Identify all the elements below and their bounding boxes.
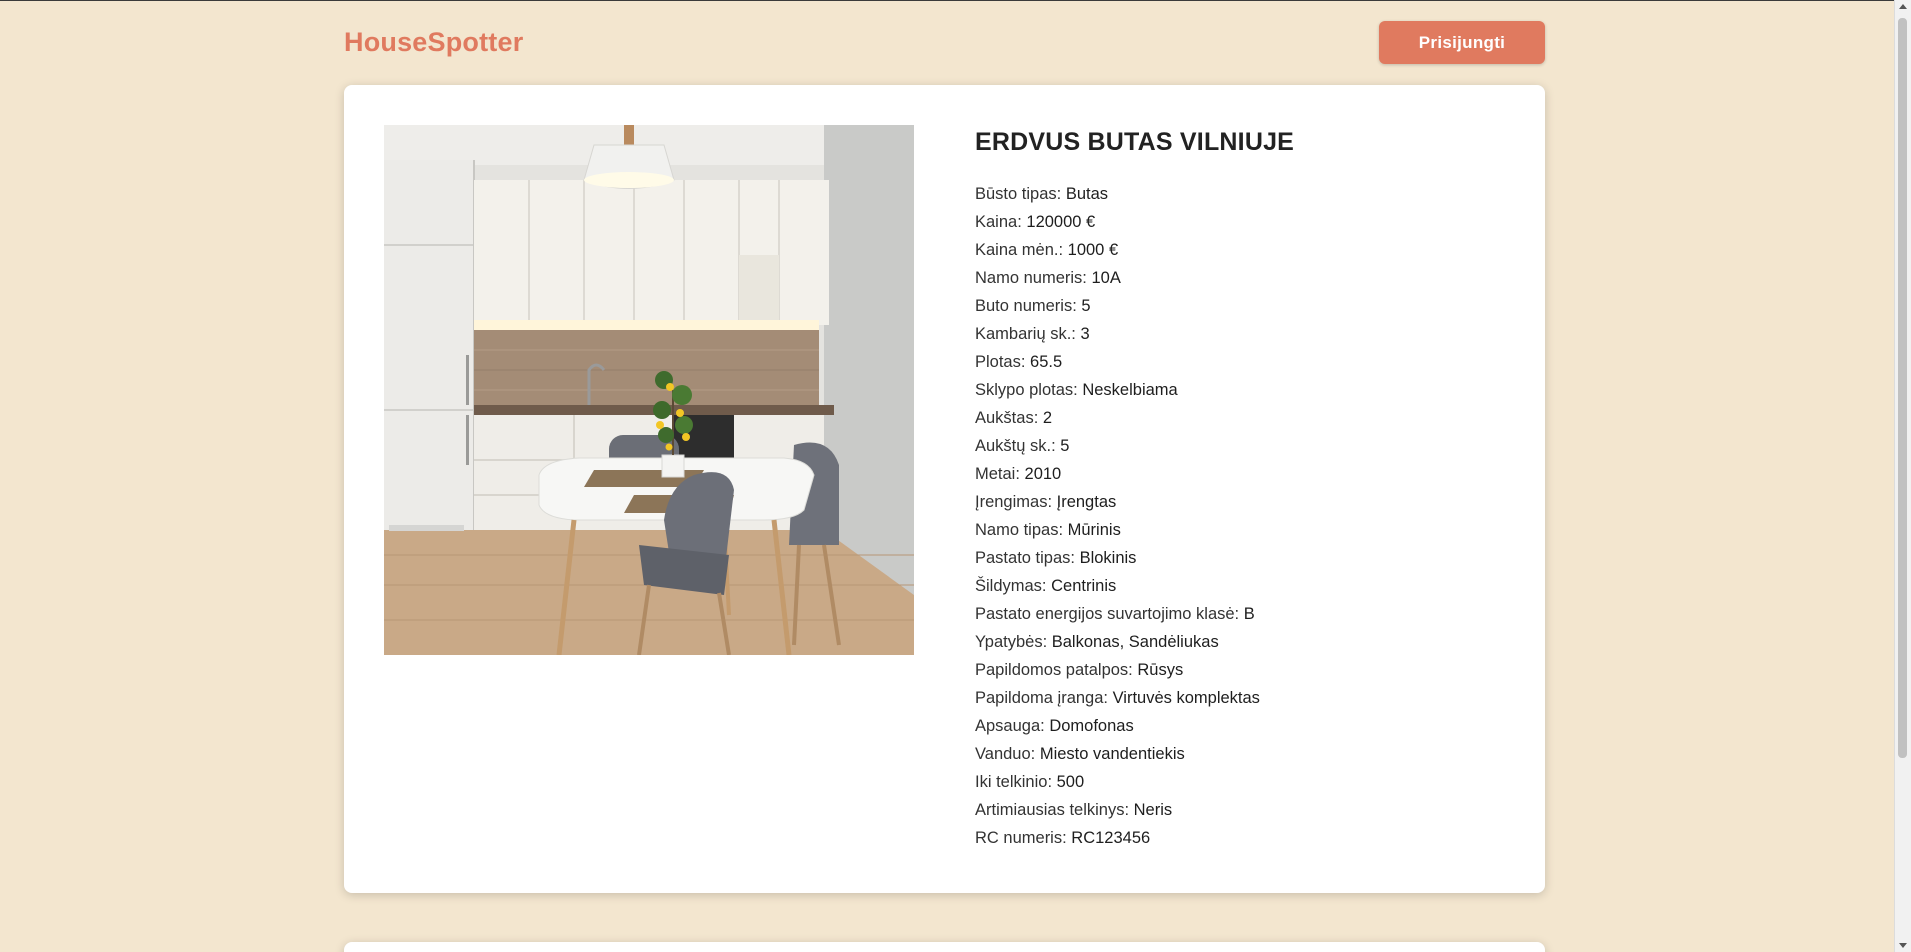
property-value: Blokinis [1079, 549, 1137, 567]
property-label: Iki telkinio: [975, 773, 1053, 791]
property-value: 3 [1080, 325, 1090, 343]
property-label: Artimiausias telkinys: [975, 801, 1130, 819]
login-button[interactable]: Prisijungti [1379, 21, 1545, 64]
property-label: Kaina mėn.: [975, 241, 1064, 259]
listing-title: ERDVUS BUTAS VILNIUJE [975, 128, 1295, 156]
listing-card: ERDVUS BUTAS VILNIUJE Būsto tipas: Butas… [344, 85, 1545, 893]
page: HouseSpotter Prisijungti ERDVUS BUTAS VI… [0, 0, 1911, 952]
logo[interactable]: HouseSpotter [344, 27, 523, 58]
next-listing-card[interactable] [344, 942, 1545, 952]
property-value: Virtuvės komplektas [1112, 689, 1260, 707]
property-label: Pastato tipas: [975, 549, 1075, 567]
property-row: Kaina: 120000 € [975, 208, 1515, 236]
property-value: Mūrinis [1067, 521, 1121, 539]
scrollbar[interactable] [1894, 0, 1911, 952]
property-row: Papildomos patalpos: Rūsys [975, 656, 1515, 684]
property-label: Papildoma įranga: [975, 689, 1108, 707]
property-row: Artimiausias telkinys: Neris [975, 796, 1515, 824]
header: HouseSpotter Prisijungti [344, 20, 1545, 65]
property-label: Kaina: [975, 213, 1022, 231]
property-row: Kaina mėn.: 1000 € [975, 236, 1515, 264]
property-value: RC123456 [1071, 829, 1151, 847]
property-label: Ypatybės: [975, 633, 1048, 651]
property-value: Neris [1133, 801, 1173, 819]
property-label: Papildomos patalpos: [975, 661, 1133, 679]
property-row: Būsto tipas: Butas [975, 180, 1515, 208]
property-value: Rūsys [1137, 661, 1184, 679]
property-value: 500 [1056, 773, 1085, 791]
property-label: Pastato energijos suvartojimo klasė: [975, 605, 1240, 623]
property-value: 5 [1081, 297, 1091, 315]
property-row: Metai: 2010 [975, 460, 1515, 488]
property-row: Iki telkinio: 500 [975, 768, 1515, 796]
property-list: Būsto tipas: Butas Kaina: 120000 € Kaina m… [975, 180, 1515, 852]
property-row: Sklypo plotas: Neskelbiama [975, 376, 1515, 404]
property-label: Namo tipas: [975, 521, 1064, 539]
property-value: Centrinis [1051, 577, 1117, 595]
property-label: Įrengimas: [975, 493, 1053, 511]
property-row: Pastato energijos suvartojimo klasė: B [975, 600, 1515, 628]
property-row: Kambarių sk.: 3 [975, 320, 1515, 348]
property-row: Namo tipas: Mūrinis [975, 516, 1515, 544]
property-value: B [1243, 605, 1255, 623]
property-label: Plotas: [975, 353, 1026, 371]
property-value: 5 [1060, 437, 1070, 455]
listing-photo [384, 125, 914, 655]
property-value: 1000 € [1067, 241, 1119, 259]
property-row: Ypatybės: Balkonas, Sandėliukas [975, 628, 1515, 656]
property-row: Papildoma įranga: Virtuvės komplektas [975, 684, 1515, 712]
property-value: Balkonas, Sandėliukas [1051, 633, 1219, 651]
property-label: Kambarių sk.: [975, 325, 1076, 343]
property-value: 120000 € [1026, 213, 1096, 231]
property-value: 65.5 [1030, 353, 1063, 371]
property-value: 2 [1042, 409, 1053, 427]
scroll-down-icon[interactable] [1899, 943, 1907, 948]
property-label: Aukštas: [975, 409, 1039, 427]
property-row: Apsauga: Domofonas [975, 712, 1515, 740]
property-value: Neskelbiama [1082, 381, 1178, 399]
property-label: Būsto tipas: [975, 185, 1062, 203]
property-value: Įrengtas [1056, 493, 1117, 511]
property-label: RC numeris: [975, 829, 1067, 847]
scrollbar-thumb[interactable] [1898, 18, 1907, 758]
property-label: Aukštų sk.: [975, 437, 1056, 455]
property-value: Domofonas [1049, 717, 1134, 735]
property-row: Aukštas: 2 [975, 404, 1515, 432]
property-row: Namo numeris: 10A [975, 264, 1515, 292]
property-row: RC numeris: RC123456 [975, 824, 1515, 852]
property-value: Miesto vandentiekis [1039, 745, 1185, 763]
property-label: Sklypo plotas: [975, 381, 1078, 399]
property-value: Butas [1065, 185, 1109, 203]
property-label: Namo numeris: [975, 269, 1087, 287]
property-row: Buto numeris: 5 [975, 292, 1515, 320]
property-row: Šildymas: Centrinis [975, 572, 1515, 600]
property-row: Vanduo: Miesto vandentiekis [975, 740, 1515, 768]
property-row: Pastato tipas: Blokinis [975, 544, 1515, 572]
property-row: Aukštų sk.: 5 [975, 432, 1515, 460]
property-row: Plotas: 65.5 [975, 348, 1515, 376]
property-label: Buto numeris: [975, 297, 1077, 315]
top-border [0, 0, 1895, 1]
property-label: Apsauga: [975, 717, 1045, 735]
property-value: 2010 [1024, 465, 1062, 483]
property-label: Šildymas: [975, 577, 1047, 595]
listing-details: ERDVUS BUTAS VILNIUJE Būsto tipas: Butas… [975, 125, 1515, 852]
property-row: Įrengimas: Įrengtas [975, 488, 1515, 516]
property-label: Metai: [975, 465, 1020, 483]
property-value: 10A [1091, 269, 1121, 287]
scroll-up-icon[interactable] [1899, 4, 1907, 9]
property-label: Vanduo: [975, 745, 1036, 763]
